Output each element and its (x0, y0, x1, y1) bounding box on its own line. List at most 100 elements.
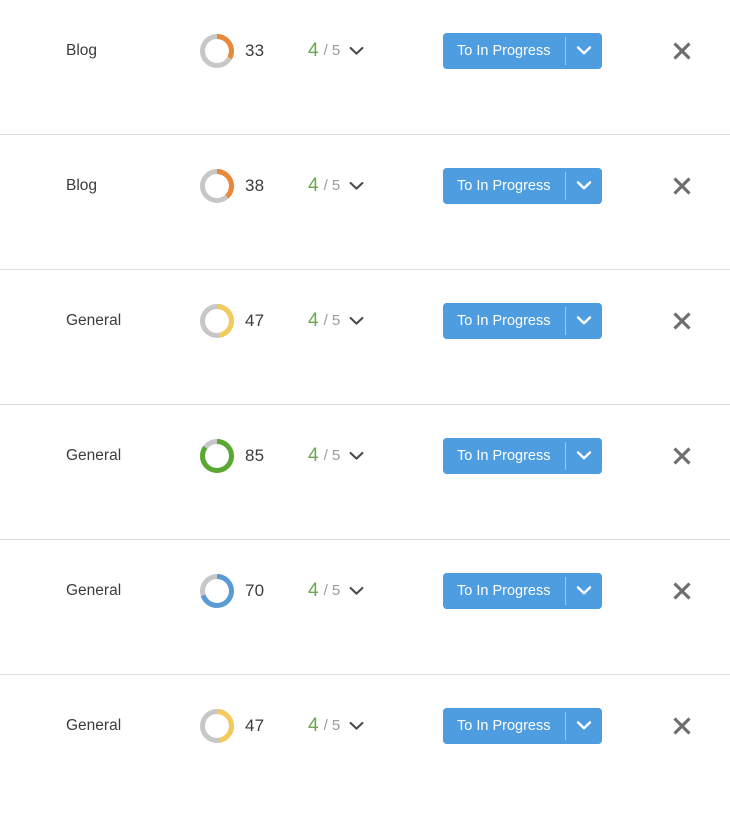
status-button[interactable]: To In Progress (443, 167, 565, 204)
item-rating-cell[interactable]: 4 / 5 (308, 40, 443, 62)
status-split-button[interactable]: To In Progress (443, 302, 602, 339)
item-rating-cell[interactable]: 4 / 5 (308, 580, 443, 602)
item-rating-cell[interactable]: 4 / 5 (308, 715, 443, 737)
item-score-value: 47 (245, 715, 265, 735)
chevron-down-icon (576, 720, 592, 731)
item-rating-current: 4 (308, 309, 319, 331)
chevron-down-icon[interactable] (349, 46, 364, 56)
status-dropdown-toggle[interactable] (565, 32, 602, 69)
item-rating-current: 4 (308, 579, 319, 601)
close-icon[interactable] (667, 36, 697, 66)
donut-progress-icon (198, 572, 236, 610)
item-rating-cell[interactable]: 4 / 5 (308, 445, 443, 467)
chevron-down-icon[interactable] (349, 586, 364, 596)
list-item-content: Blog 38 4 / 5 To In Progress (0, 135, 730, 236)
list-item: General 47 4 / 5 To In Progress (0, 270, 730, 405)
item-category-label: General (66, 311, 122, 329)
list-item: General 70 4 / 5 To In Progress (0, 540, 730, 675)
item-action-cell: To In Progress (443, 32, 633, 69)
item-rating-cell[interactable]: 4 / 5 (308, 310, 443, 332)
status-button[interactable]: To In Progress (443, 437, 565, 474)
item-remove-cell (633, 711, 730, 741)
status-button-label: To In Progress (457, 717, 551, 734)
status-split-button[interactable]: To In Progress (443, 707, 602, 744)
item-remove-cell (633, 441, 730, 471)
item-score-value: 70 (245, 580, 265, 600)
status-split-button[interactable]: To In Progress (443, 167, 602, 204)
item-rating-cell[interactable]: 4 / 5 (308, 175, 443, 197)
status-button-label: To In Progress (457, 42, 551, 59)
status-dropdown-toggle[interactable] (565, 572, 602, 609)
close-icon[interactable] (667, 441, 697, 471)
item-remove-cell (633, 171, 730, 201)
list-item: General 85 4 / 5 To In Progress (0, 405, 730, 540)
item-score-cell: 70 (198, 572, 308, 610)
chevron-down-icon (576, 45, 592, 56)
list-item-content: General 47 4 / 5 To In Progress (0, 270, 730, 371)
item-action-cell: To In Progress (443, 302, 633, 339)
status-button-label: To In Progress (457, 447, 551, 464)
item-rating-total: / 5 (323, 312, 341, 329)
status-split-button[interactable]: To In Progress (443, 32, 602, 69)
list-item: General 47 4 / 5 To In Progress (0, 675, 730, 810)
list-item-content: General 47 4 / 5 To In Progress (0, 675, 730, 776)
item-remove-cell (633, 306, 730, 336)
donut-progress-icon (198, 302, 236, 340)
item-category-label: General (66, 581, 122, 599)
status-button-label: To In Progress (457, 312, 551, 329)
close-icon[interactable] (667, 306, 697, 336)
status-button-label: To In Progress (457, 582, 551, 599)
chevron-down-icon[interactable] (349, 181, 364, 191)
status-dropdown-toggle[interactable] (565, 302, 602, 339)
chevron-down-icon (576, 585, 592, 596)
item-score-cell: 85 (198, 437, 308, 475)
chevron-down-icon[interactable] (349, 721, 364, 731)
donut-progress-icon (198, 707, 236, 745)
status-dropdown-toggle[interactable] (565, 437, 602, 474)
item-category-label: Blog (66, 176, 98, 194)
item-rating-total: / 5 (323, 447, 341, 464)
status-button[interactable]: To In Progress (443, 302, 565, 339)
close-icon[interactable] (667, 576, 697, 606)
item-rating-total: / 5 (323, 717, 341, 734)
list-item-content: General 70 4 / 5 To In Progress (0, 540, 730, 641)
item-score-cell: 38 (198, 167, 308, 205)
status-button[interactable]: To In Progress (443, 32, 565, 69)
item-rating-current: 4 (308, 174, 319, 196)
item-category-label: General (66, 716, 122, 734)
item-category-cell: General (0, 717, 198, 735)
chevron-down-icon[interactable] (349, 451, 364, 461)
donut-progress-icon (198, 32, 236, 70)
item-category-cell: General (0, 582, 198, 600)
item-category-label: Blog (66, 41, 98, 59)
item-rating-total: / 5 (323, 42, 341, 59)
list-item: Blog 38 4 / 5 To In Progress (0, 135, 730, 270)
item-action-cell: To In Progress (443, 572, 633, 609)
status-dropdown-toggle[interactable] (565, 707, 602, 744)
item-remove-cell (633, 576, 730, 606)
item-rating-current: 4 (308, 714, 319, 736)
item-category-label: General (66, 446, 122, 464)
status-button[interactable]: To In Progress (443, 572, 565, 609)
content-list: Blog 33 4 / 5 To In Progress Blog 38 4 /… (0, 0, 730, 810)
item-category-cell: General (0, 312, 198, 330)
status-button-label: To In Progress (457, 177, 551, 194)
list-item-content: Blog 33 4 / 5 To In Progress (0, 0, 730, 101)
item-remove-cell (633, 36, 730, 66)
status-split-button[interactable]: To In Progress (443, 437, 602, 474)
item-action-cell: To In Progress (443, 707, 633, 744)
item-rating-total: / 5 (323, 582, 341, 599)
status-dropdown-toggle[interactable] (565, 167, 602, 204)
item-action-cell: To In Progress (443, 437, 633, 474)
item-score-cell: 47 (198, 302, 308, 340)
item-rating-current: 4 (308, 39, 319, 61)
status-split-button[interactable]: To In Progress (443, 572, 602, 609)
close-icon[interactable] (667, 711, 697, 741)
item-category-cell: Blog (0, 42, 198, 60)
close-icon[interactable] (667, 171, 697, 201)
item-rating-total: / 5 (323, 177, 341, 194)
item-score-value: 33 (245, 40, 265, 60)
status-button[interactable]: To In Progress (443, 707, 565, 744)
item-rating-current: 4 (308, 444, 319, 466)
chevron-down-icon[interactable] (349, 316, 364, 326)
